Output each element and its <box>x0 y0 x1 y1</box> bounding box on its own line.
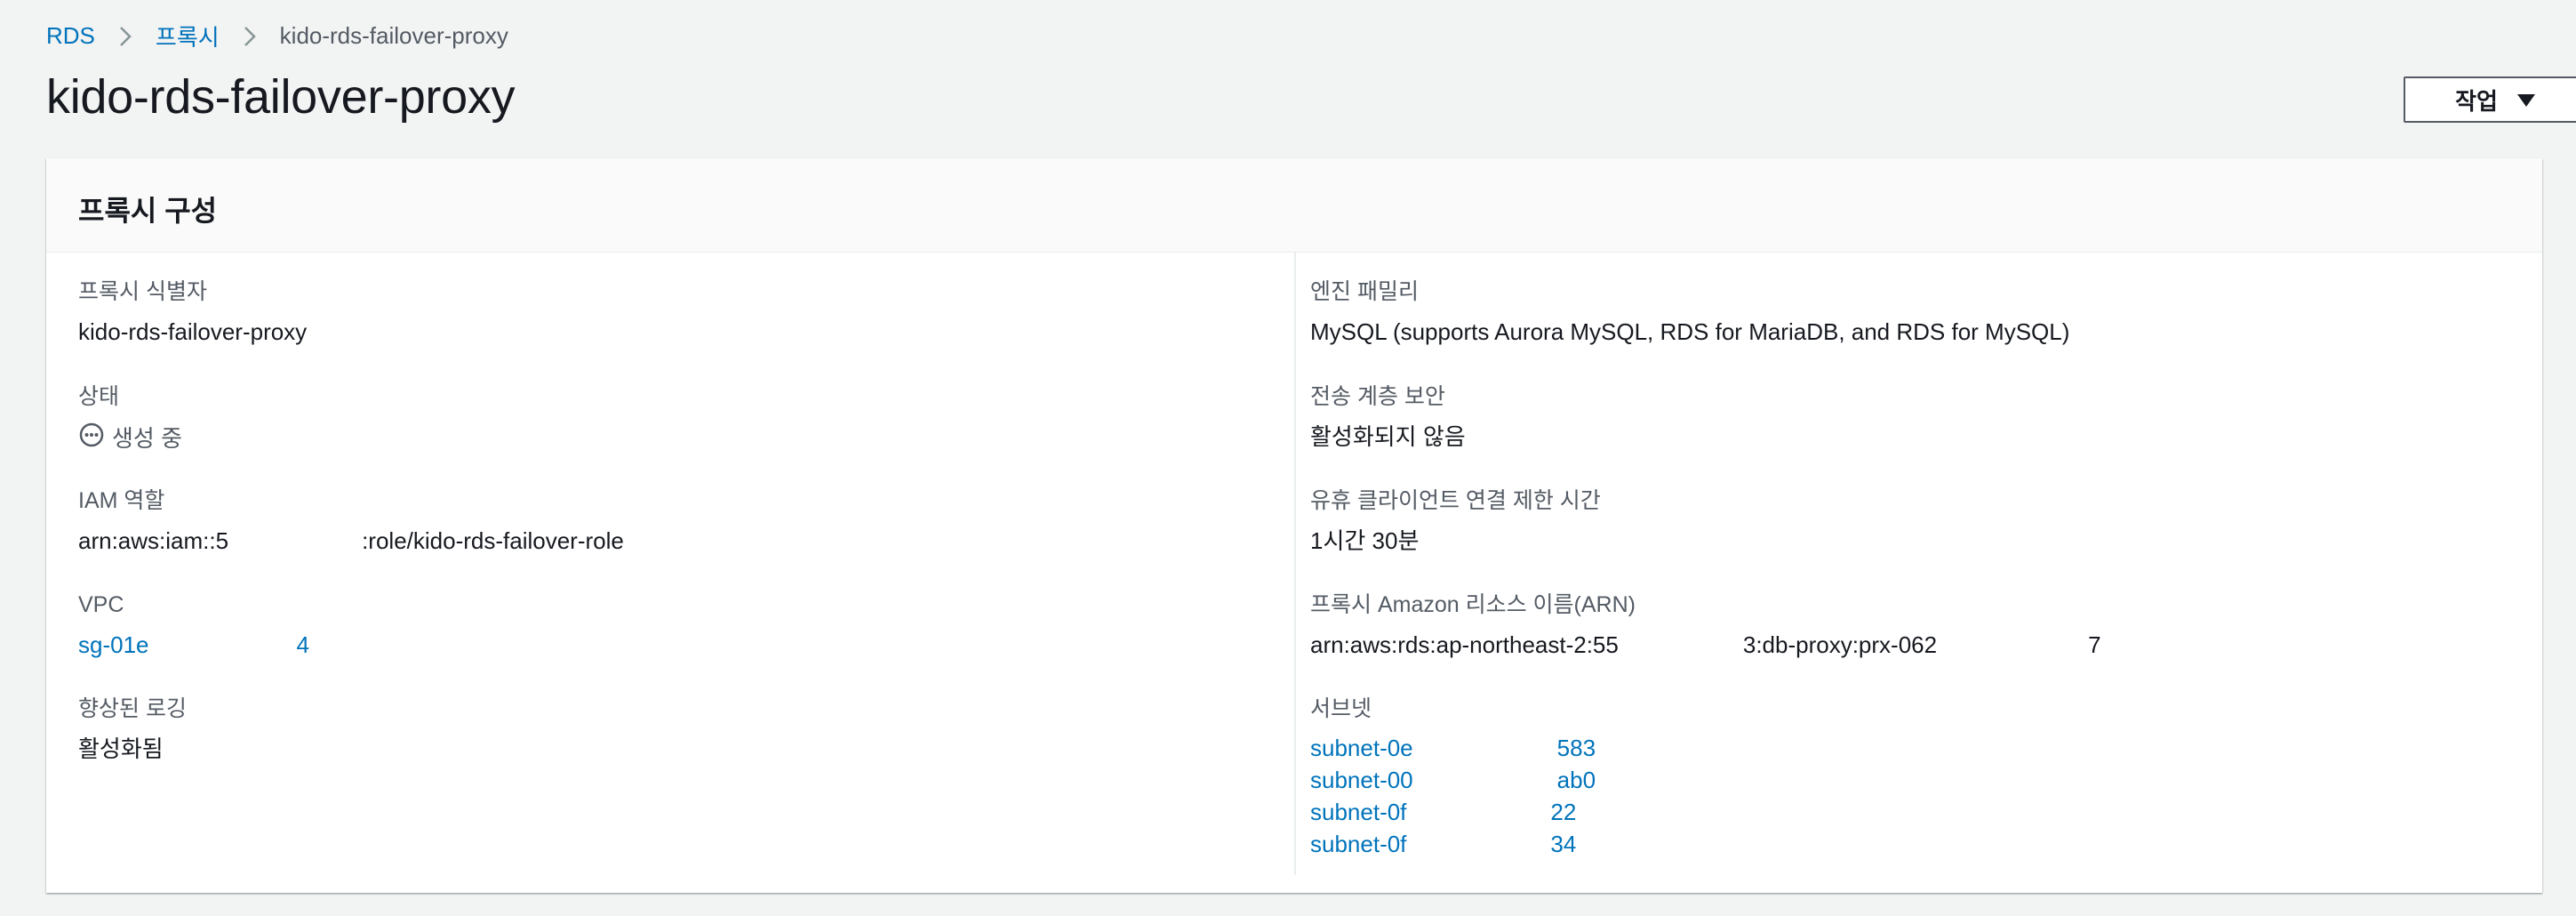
status-label: 상태 <box>78 384 120 409</box>
panel-title: 프록시 구성 <box>78 195 218 227</box>
field-iam-role: IAM 역할 arn:aws:iam::5 :role/kido-rds-fail… <box>78 486 624 556</box>
vpc-value-start: sg-01e <box>78 631 149 658</box>
vpc-label: VPC <box>78 592 124 617</box>
subnet-id-end: 22 <box>1550 799 1577 825</box>
field-vpc: VPC sg-01e 4 <box>78 591 309 660</box>
idle-timeout-value: 1시간 30분 <box>1310 527 1420 554</box>
field-proxy-identifier: 프록시 식별자 kido-rds-failover-proxy <box>78 277 307 347</box>
iam-role-value-end: :role/kido-rds-failover-role <box>362 527 624 554</box>
proxy-identifier-label: 프록시 식별자 <box>78 279 207 304</box>
actions-button-label: 작업 <box>2455 87 2498 115</box>
vpc-security-group-link[interactable]: sg-01e 4 <box>78 630 309 660</box>
status-text: 생성 중 <box>112 425 182 452</box>
subnet-id-end: 583 <box>1556 735 1596 761</box>
proxy-arn-value-mid: 3:db-proxy:prx-062 <box>1742 631 1938 658</box>
column-divider <box>1294 253 1296 875</box>
subnet-id-end: 34 <box>1550 831 1577 857</box>
subnet-id-start: subnet-0f <box>1310 799 1407 825</box>
subnet-id-start: subnet-0f <box>1310 831 1407 857</box>
field-idle-timeout: 유휴 클라이언트 연결 제한 시간 1시간 30분 <box>1310 486 1601 556</box>
field-subnets: 서브넷 subnet-0e 583 subnet-00 ab0 subnet-0f 2… <box>1310 695 1596 860</box>
breadcrumb-current: kido-rds-failover-proxy <box>279 22 508 49</box>
proxy-arn-value-end: 7 <box>2088 631 2101 658</box>
engine-family-value: MySQL (supports Aurora MySQL, RDS for Ma… <box>1310 318 2070 345</box>
proxy-arn-value-start: arn:aws:rds:ap-northeast-2:55 <box>1310 631 1619 658</box>
tls-label: 전송 계층 보안 <box>1310 384 1445 409</box>
tls-value: 활성화되지 않음 <box>1310 423 1466 450</box>
status-value: 생성 중 <box>78 422 182 455</box>
page-title: kido-rds-failover-proxy <box>46 70 516 124</box>
chevron-right-icon <box>113 24 138 49</box>
idle-timeout-label: 유휴 클라이언트 연결 제한 시간 <box>1310 488 1601 513</box>
subnet-id-end: ab0 <box>1556 767 1596 793</box>
enhanced-logging-label: 향상된 로깅 <box>78 696 187 721</box>
proxy-arn-label: 프록시 Amazon 리소스 이름(ARN) <box>1310 592 1636 617</box>
subnet-link[interactable]: subnet-0f 34 <box>1310 828 1596 860</box>
enhanced-logging-value: 활성화됨 <box>78 735 164 762</box>
breadcrumb: RDS 프록시 kido-rds-failover-proxy <box>46 20 508 52</box>
field-enhanced-logging: 향상된 로깅 활성화됨 <box>78 695 187 764</box>
subnet-link[interactable]: subnet-0f 22 <box>1310 796 1596 828</box>
pending-icon <box>78 422 105 455</box>
chevron-right-icon <box>237 24 262 49</box>
proxy-arn-value: arn:aws:rds:ap-northeast-2:55 3:db-proxy:… <box>1310 630 2101 660</box>
breadcrumb-link-rds[interactable]: RDS <box>46 22 95 50</box>
subnet-link[interactable]: subnet-0e 583 <box>1310 732 1596 764</box>
panel-header: 프록시 구성 <box>46 158 2542 253</box>
iam-role-value-start: arn:aws:iam::5 <box>78 527 229 554</box>
iam-role-value: arn:aws:iam::5 :role/kido-rds-failover-ro… <box>78 526 624 556</box>
iam-role-label: IAM 역할 <box>78 488 165 513</box>
actions-dropdown-button[interactable]: 작업 <box>2404 76 2576 123</box>
field-status: 상태 생성 중 <box>78 382 182 455</box>
subnet-link[interactable]: subnet-00 ab0 <box>1310 764 1596 796</box>
field-engine-family: 엔진 패밀리 MySQL (supports Aurora MySQL, RDS… <box>1310 277 2069 347</box>
proxy-configuration-panel: 프록시 구성 프록시 식별자 kido-rds-failover-proxy 상… <box>46 158 2542 893</box>
engine-family-label: 엔진 패밀리 <box>1310 279 1419 304</box>
vpc-value-end: 4 <box>296 631 309 658</box>
proxy-identifier-value: kido-rds-failover-proxy <box>78 318 308 345</box>
subnet-list: subnet-0e 583 subnet-00 ab0 subnet-0f 22 su… <box>1310 732 1596 860</box>
breadcrumb-link-proxies[interactable]: 프록시 <box>156 20 220 52</box>
subnets-label: 서브넷 <box>1310 696 1372 721</box>
field-tls: 전송 계층 보안 활성화되지 않음 <box>1310 382 1466 452</box>
field-proxy-arn: 프록시 Amazon 리소스 이름(ARN) arn:aws:rds:ap-no… <box>1310 591 2101 660</box>
subnet-id-start: subnet-0e <box>1310 735 1413 761</box>
subnet-id-start: subnet-00 <box>1310 767 1413 793</box>
caret-down-icon <box>2516 94 2535 107</box>
